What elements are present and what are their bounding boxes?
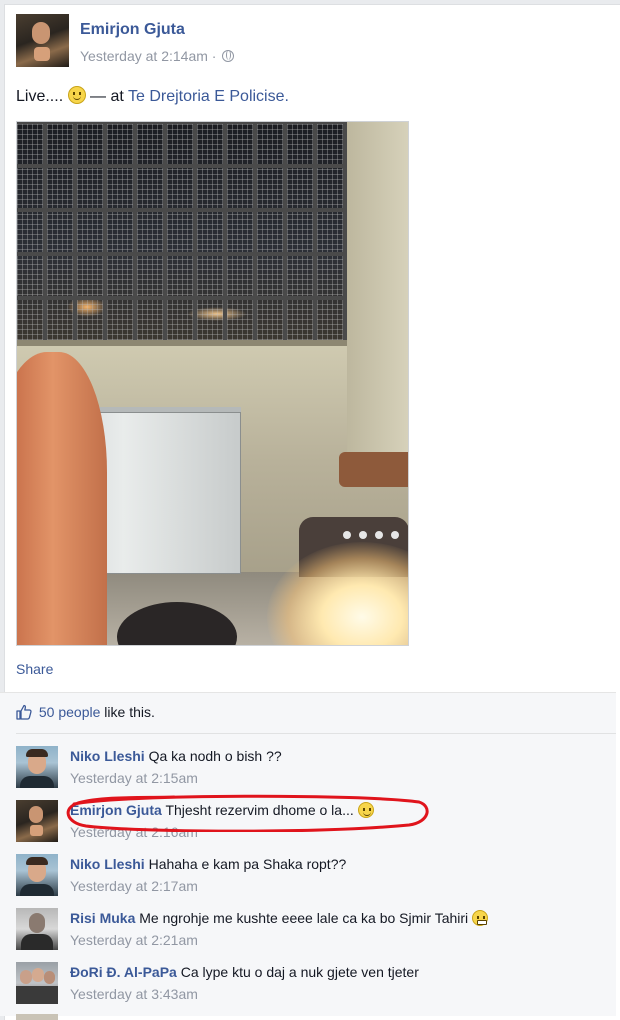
- comment-author[interactable]: Niko Lleshi: [70, 748, 145, 764]
- likes-summary: 50 people like this.: [16, 704, 155, 723]
- comment-time[interactable]: Yesterday at 2:17am: [70, 878, 198, 894]
- comment-text: Qa ka nodh o bish ??: [148, 748, 282, 764]
- comment-author[interactable]: ĐoRi Đ. Al-PaPa: [70, 964, 177, 980]
- comment-time[interactable]: Yesterday at 2:15am: [70, 770, 198, 786]
- likes-count[interactable]: 50 people: [39, 704, 101, 720]
- status-text: Live....: [16, 88, 64, 105]
- likes-suffix: like this.: [104, 704, 155, 720]
- likes-divider: [16, 733, 616, 734]
- comment-avatar[interactable]: [16, 962, 58, 1004]
- globe-icon[interactable]: [222, 50, 235, 62]
- comment-item: Risi Muka Me ngrohje me kushte eeee lale…: [16, 908, 616, 958]
- next-comment-avatar[interactable]: [16, 1014, 58, 1020]
- smiley-icon: [67, 86, 86, 104]
- comment-item: ĐoRi Đ. Al-PaPa Ca lype ktu o daj a nuk …: [16, 962, 616, 1012]
- post-author-name[interactable]: Emirjon Gjuta: [80, 21, 185, 39]
- comment-text: Hahaha e kam pa Shaka ropt??: [148, 856, 347, 872]
- author-avatar[interactable]: [16, 14, 69, 67]
- comment-author[interactable]: Niko Lleshi: [70, 856, 145, 872]
- comment-text: Ca lype ktu o daj a nuk gjete ven tjeter: [180, 964, 419, 980]
- share-link[interactable]: Share: [16, 661, 53, 677]
- comment-time[interactable]: Yesterday at 2:21am: [70, 932, 198, 948]
- comment-line: ĐoRi Đ. Al-PaPa Ca lype ktu o daj a nuk …: [70, 964, 419, 980]
- comment-avatar[interactable]: [16, 854, 58, 896]
- comment-line: Risi Muka Me ngrohje me kushte eeee lale…: [70, 910, 489, 926]
- highlight-circle: [66, 794, 429, 832]
- comment-line: Niko Lleshi Hahaha e kam pa Shaka ropt??: [70, 856, 346, 872]
- comment-avatar[interactable]: [16, 800, 58, 842]
- comment-line: Niko Lleshi Qa ka nodh o bish ??: [70, 748, 282, 764]
- place-link[interactable]: Te Drejtoria E Policise.: [128, 88, 289, 105]
- post-meta: Yesterday at 2:14am ·: [80, 48, 235, 64]
- comment-item: Niko Lleshi Qa ka nodh o bish ?? Yesterd…: [16, 746, 616, 796]
- comment-item: Niko Lleshi Hahaha e kam pa Shaka ropt??…: [16, 854, 616, 904]
- thumbs-up-icon[interactable]: [16, 704, 32, 723]
- post-status: Live.... — at Te Drejtoria E Policise.: [16, 86, 289, 106]
- meta-separator: ·: [211, 48, 217, 64]
- comment-time[interactable]: Yesterday at 3:43am: [70, 986, 198, 1002]
- comment-text: Me ngrohje me kushte eeee lale ca ka bo …: [139, 910, 469, 926]
- post-photo[interactable]: [16, 121, 409, 646]
- post-timestamp[interactable]: Yesterday at 2:14am: [80, 48, 208, 64]
- status-at: — at: [90, 88, 124, 105]
- comment-author[interactable]: Risi Muka: [70, 910, 135, 926]
- comment-avatar[interactable]: [16, 908, 58, 950]
- grimace-icon: [472, 910, 489, 926]
- comment-avatar[interactable]: [16, 746, 58, 788]
